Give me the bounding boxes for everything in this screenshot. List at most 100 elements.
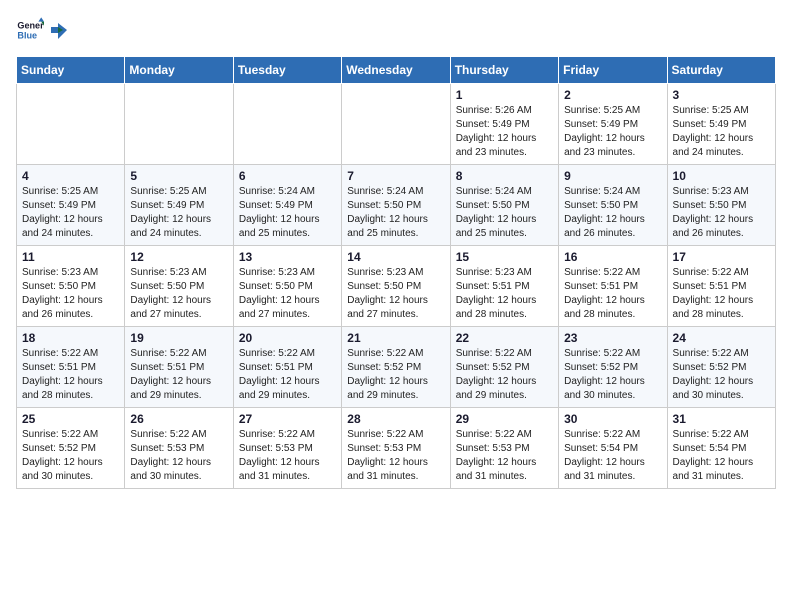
day-number: 5 (130, 169, 227, 183)
day-number: 31 (673, 412, 770, 426)
calendar-cell: 16 Sunrise: 5:22 AMSunset: 5:51 PMDayligh… (559, 246, 667, 327)
day-number: 17 (673, 250, 770, 264)
calendar-cell: 17Sunrise: 5:22 AMSunset: 5:51 PMDayligh… (667, 246, 775, 327)
cell-content: Sunrise: 5:22 AMSunset: 5:51 PMDaylight:… (564, 266, 661, 322)
cell-content: Sunrise: 5:24 AMSunset: 5:50 PMDaylight:… (564, 185, 661, 241)
day-number: 24 (673, 331, 770, 345)
day-number: 3 (673, 88, 770, 102)
day-number: 4 (22, 169, 119, 183)
day-number: 8 (456, 169, 553, 183)
day-number: 6 (239, 169, 336, 183)
calendar-cell: 31 Sunrise: 5:22 AMSunset: 5:54 PMDayligh… (667, 408, 775, 489)
cell-content: Sunrise: 5:26 AMSunset: 5:49 PMDaylight:… (456, 104, 553, 160)
cell-content: Sunrise: 5:24 AMSunset: 5:50 PMDaylight:… (347, 185, 444, 241)
column-header-monday: Monday (125, 57, 233, 84)
calendar-cell: 10 Sunrise: 5:23 AMSunset: 5:50 PMDayligh… (667, 165, 775, 246)
calendar-cell: 6 Sunrise: 5:24 AMSunset: 5:49 PMDaylight… (233, 165, 341, 246)
calendar-cell: 12 Sunrise: 5:23 AMSunset: 5:50 PMDayligh… (125, 246, 233, 327)
calendar-cell: 3 Sunrise: 5:25 AMSunset: 5:49 PMDaylight… (667, 84, 775, 165)
cell-content: Sunrise: 5:22 AMSunset: 5:52 PMDaylight:… (22, 428, 119, 484)
calendar-cell: 26 Sunrise: 5:22 AMSunset: 5:53 PMDayligh… (125, 408, 233, 489)
cell-content: Sunrise: 5:23 AMSunset: 5:50 PMDaylight:… (130, 266, 227, 322)
day-number: 30 (564, 412, 661, 426)
day-number: 10 (673, 169, 770, 183)
day-number: 28 (347, 412, 444, 426)
day-number: 26 (130, 412, 227, 426)
calendar-table: SundayMondayTuesdayWednesdayThursdayFrid… (16, 56, 776, 489)
svg-text:General: General (17, 21, 44, 31)
column-header-friday: Friday (559, 57, 667, 84)
calendar-week-2: 4 Sunrise: 5:25 AMSunset: 5:49 PMDaylight… (17, 165, 776, 246)
day-number: 25 (22, 412, 119, 426)
column-header-wednesday: Wednesday (342, 57, 450, 84)
column-header-sunday: Sunday (17, 57, 125, 84)
calendar-cell: 20Sunrise: 5:22 AMSunset: 5:51 PMDayligh… (233, 327, 341, 408)
cell-content: Sunrise: 5:25 AMSunset: 5:49 PMDaylight:… (130, 185, 227, 241)
cell-content: Sunrise: 5:22 AMSunset: 5:53 PMDaylight:… (239, 428, 336, 484)
day-number: 29 (456, 412, 553, 426)
day-number: 7 (347, 169, 444, 183)
day-number: 21 (347, 331, 444, 345)
calendar-header-row: SundayMondayTuesdayWednesdayThursdayFrid… (17, 57, 776, 84)
day-number: 15 (456, 250, 553, 264)
day-number: 27 (239, 412, 336, 426)
cell-content: Sunrise: 5:23 AMSunset: 5:50 PMDaylight:… (673, 185, 770, 241)
cell-content: Sunrise: 5:24 AMSunset: 5:50 PMDaylight:… (456, 185, 553, 241)
day-number: 1 (456, 88, 553, 102)
calendar-cell: 21Sunrise: 5:22 AMSunset: 5:52 PMDayligh… (342, 327, 450, 408)
calendar-cell: 30 Sunrise: 5:22 AMSunset: 5:54 PMDayligh… (559, 408, 667, 489)
calendar-cell: 14 Sunrise: 5:23 AMSunset: 5:50 PMDayligh… (342, 246, 450, 327)
cell-content: Sunrise: 5:23 AMSunset: 5:50 PMDaylight:… (239, 266, 336, 322)
cell-content: Sunrise: 5:22 AMSunset: 5:53 PMDaylight:… (347, 428, 444, 484)
cell-content: Sunrise: 5:22 AMSunset: 5:52 PMDaylight:… (456, 347, 553, 403)
day-number: 14 (347, 250, 444, 264)
calendar-body: 1 Sunrise: 5:26 AMSunset: 5:49 PMDaylight… (17, 84, 776, 489)
calendar-cell: 13 Sunrise: 5:23 AMSunset: 5:50 PMDayligh… (233, 246, 341, 327)
cell-content: Sunrise: 5:23 AMSunset: 5:50 PMDaylight:… (22, 266, 119, 322)
calendar-cell: 27 Sunrise: 5:22 AMSunset: 5:53 PMDayligh… (233, 408, 341, 489)
logo: General Blue (16, 16, 68, 44)
cell-content: Sunrise: 5:25 AMSunset: 5:49 PMDaylight:… (22, 185, 119, 241)
cell-content: Sunrise: 5:22 AMSunset: 5:54 PMDaylight:… (673, 428, 770, 484)
calendar-cell: 4 Sunrise: 5:25 AMSunset: 5:49 PMDaylight… (17, 165, 125, 246)
cell-content: Sunrise: 5:22 AMSunset: 5:53 PMDaylight:… (130, 428, 227, 484)
calendar-cell: 29 Sunrise: 5:22 AMSunset: 5:53 PMDayligh… (450, 408, 558, 489)
cell-content: Sunrise: 5:22 AMSunset: 5:52 PMDaylight:… (673, 347, 770, 403)
cell-content: Sunrise: 5:22 AMSunset: 5:54 PMDaylight:… (564, 428, 661, 484)
cell-content: Sunrise: 5:25 AMSunset: 5:49 PMDaylight:… (673, 104, 770, 160)
calendar-cell: 7 Sunrise: 5:24 AMSunset: 5:50 PMDaylight… (342, 165, 450, 246)
calendar-cell: 19 Sunrise: 5:22 AMSunset: 5:51 PMDayligh… (125, 327, 233, 408)
calendar-cell: 25 Sunrise: 5:22 AMSunset: 5:52 PMDayligh… (17, 408, 125, 489)
cell-content: Sunrise: 5:22 AMSunset: 5:51 PMDaylight:… (22, 347, 119, 403)
cell-content: Sunrise: 5:22 AMSunset: 5:53 PMDaylight:… (456, 428, 553, 484)
calendar-cell: 18Sunrise: 5:22 AMSunset: 5:51 PMDayligh… (17, 327, 125, 408)
day-number: 22 (456, 331, 553, 345)
calendar-week-4: 18Sunrise: 5:22 AMSunset: 5:51 PMDayligh… (17, 327, 776, 408)
calendar-cell: 1 Sunrise: 5:26 AMSunset: 5:49 PMDaylight… (450, 84, 558, 165)
calendar-cell (233, 84, 341, 165)
calendar-cell: 5 Sunrise: 5:25 AMSunset: 5:49 PMDaylight… (125, 165, 233, 246)
day-number: 12 (130, 250, 227, 264)
day-number: 2 (564, 88, 661, 102)
calendar-cell: 2Sunrise: 5:25 AMSunset: 5:49 PMDaylight… (559, 84, 667, 165)
cell-content: Sunrise: 5:23 AMSunset: 5:50 PMDaylight:… (347, 266, 444, 322)
day-number: 16 (564, 250, 661, 264)
cell-content: Sunrise: 5:22 AMSunset: 5:51 PMDaylight:… (130, 347, 227, 403)
day-number: 11 (22, 250, 119, 264)
day-number: 13 (239, 250, 336, 264)
calendar-week-1: 1 Sunrise: 5:26 AMSunset: 5:49 PMDaylight… (17, 84, 776, 165)
calendar-week-5: 25 Sunrise: 5:22 AMSunset: 5:52 PMDayligh… (17, 408, 776, 489)
svg-text:Blue: Blue (17, 30, 37, 40)
calendar-week-3: 11 Sunrise: 5:23 AMSunset: 5:50 PMDayligh… (17, 246, 776, 327)
day-number: 19 (130, 331, 227, 345)
day-number: 9 (564, 169, 661, 183)
logo-icon: General Blue (16, 16, 44, 44)
calendar-cell: 22 Sunrise: 5:22 AMSunset: 5:52 PMDayligh… (450, 327, 558, 408)
logo-flag-icon (49, 21, 67, 39)
calendar-cell: 23Sunrise: 5:22 AMSunset: 5:52 PMDayligh… (559, 327, 667, 408)
column-header-tuesday: Tuesday (233, 57, 341, 84)
calendar-cell (17, 84, 125, 165)
column-header-thursday: Thursday (450, 57, 558, 84)
page-header: General Blue (16, 16, 776, 44)
cell-content: Sunrise: 5:24 AMSunset: 5:49 PMDaylight:… (239, 185, 336, 241)
